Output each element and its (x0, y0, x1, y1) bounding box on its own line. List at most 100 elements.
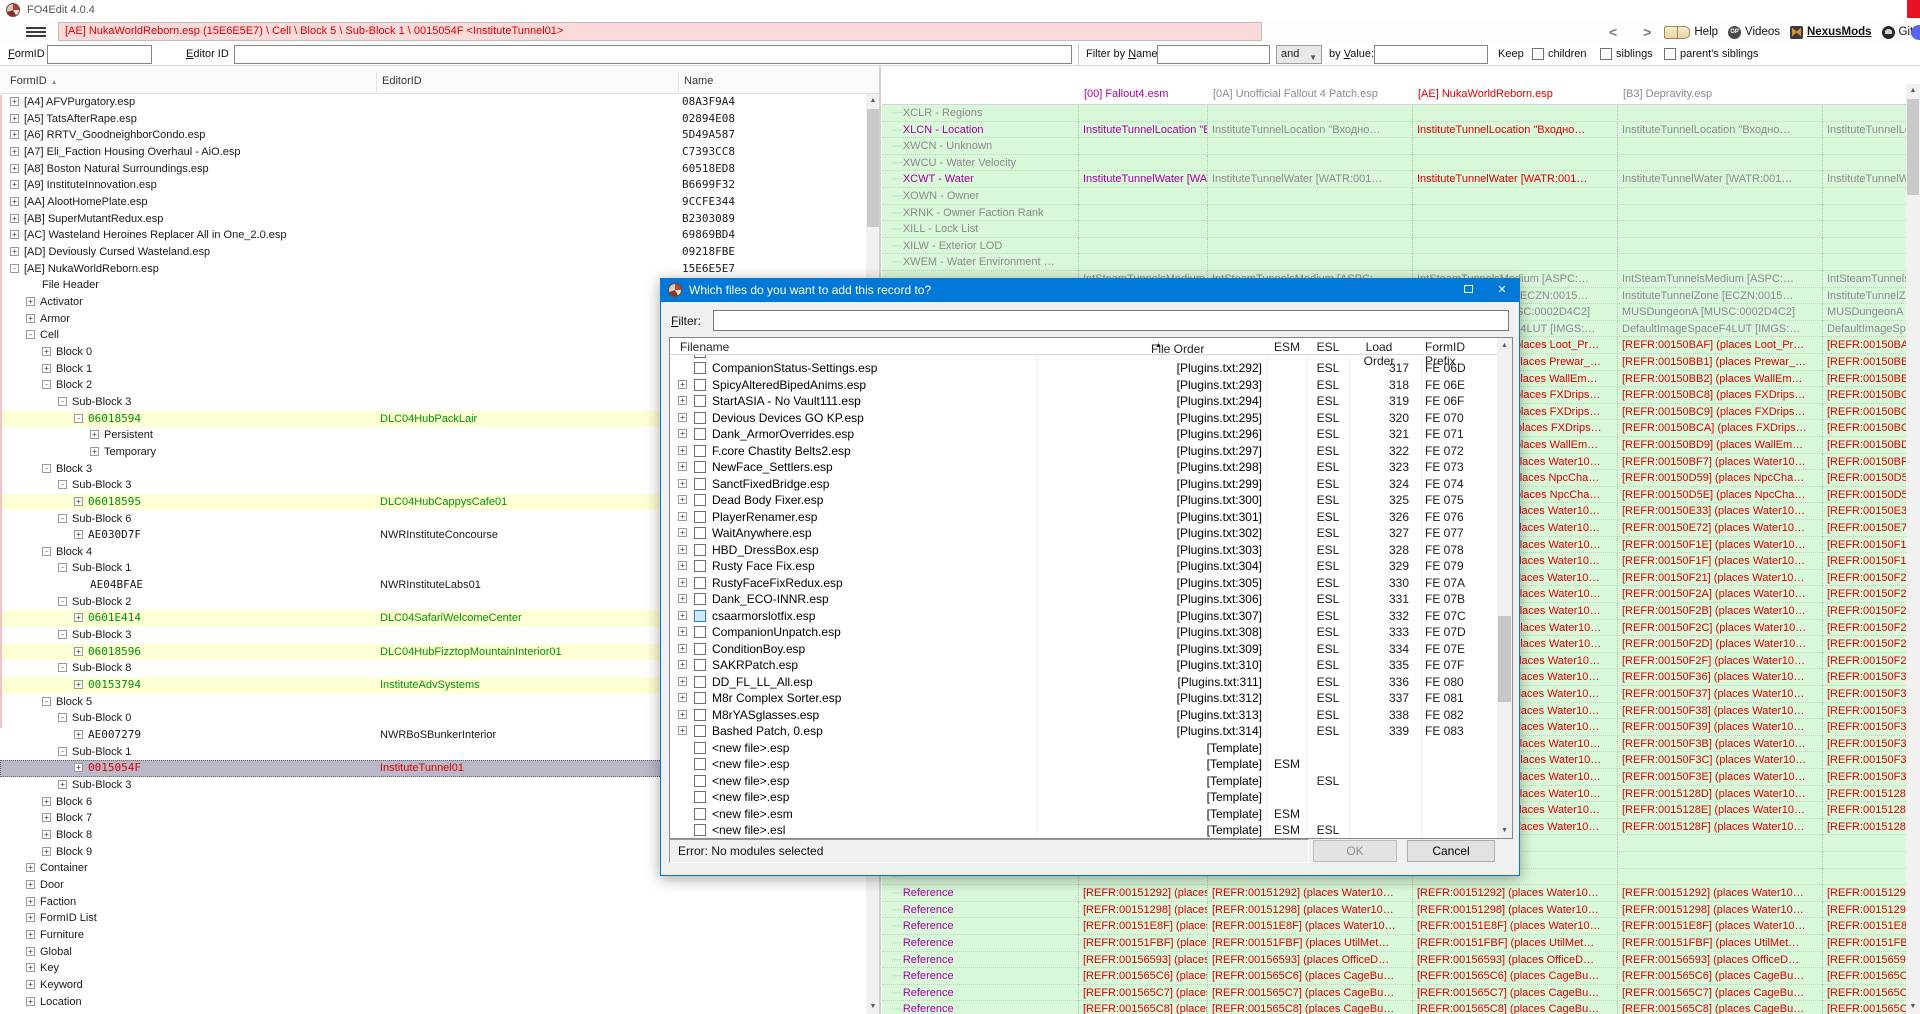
dialog-file-row[interactable]: +Dank_ArmorOverrides.esp[Plugins.txt:296… (670, 426, 1497, 443)
record-value-cell[interactable]: [REFR:001565C6] (places CageBu… (1078, 968, 1207, 985)
record-value-cell[interactable]: [REFR:00150F38] (places Water10… (1617, 703, 1822, 720)
tree-row[interactable]: +Global (0, 944, 866, 961)
file-checkbox[interactable] (694, 478, 706, 490)
record-value-cell[interactable]: [REFR:00150F2B] (places Water10… (1617, 603, 1822, 620)
record-value-cell[interactable] (1207, 238, 1412, 255)
file-checkbox[interactable] (694, 494, 706, 506)
record-value-cell[interactable] (1617, 835, 1822, 852)
videos-link[interactable]: GPVideos (1728, 26, 1780, 39)
record-value-cell[interactable]: [REFR:00150F3C] (places Water10… (1617, 752, 1822, 769)
record-value-cell[interactable]: [REFR:00150F21] (places Water10… (1617, 570, 1822, 587)
tree-row[interactable]: +[A6] RRTV_GoodneighborCondo.esp5D49A587 (0, 127, 866, 144)
record-value-cell[interactable] (1078, 188, 1207, 205)
record-value-cell[interactable]: [REFR:001565C6] (places CageBu… (1412, 968, 1617, 985)
record-value-cell[interactable]: [REFR:00150BAF] (places Loot_Pr… (1822, 337, 1906, 354)
record-value-cell[interactable]: [REFR:00150BC9] (places FXDrips… (1617, 404, 1822, 421)
record-value-cell[interactable]: [REFR:00150F39] (places Water10… (1617, 719, 1822, 736)
record-value-cell[interactable] (1822, 155, 1906, 172)
tree-col-formid[interactable]: FormID▲ (10, 75, 58, 87)
record-value-cell[interactable]: [REFR:00151FBF] (places UtilMet… (1822, 935, 1906, 952)
record-value-cell[interactable]: [REFR:00150E33] (places Water10… (1822, 503, 1906, 520)
record-value-cell[interactable]: [REFR:00150E72] (places Water10… (1822, 520, 1906, 537)
record-value-cell[interactable]: [REFR:00150BF7] (places Water10… (1617, 454, 1822, 471)
dialog-file-row[interactable]: +Devious Devices GO KP.esp[Plugins.txt:2… (670, 410, 1497, 427)
expand-icon[interactable]: + (678, 495, 687, 504)
record-value-cell[interactable]: [REFR:00150F1F] (places Water10… (1822, 553, 1906, 570)
discord-icon[interactable] (1911, 25, 1920, 40)
record-value-cell[interactable]: [REFR:0015128F] (places Water10… (1617, 819, 1822, 836)
expand-icon[interactable]: + (58, 780, 67, 789)
record-value-cell[interactable] (1078, 138, 1207, 155)
expand-icon[interactable]: + (678, 578, 687, 587)
expand-icon[interactable]: + (10, 114, 19, 123)
record-value-cell[interactable]: [REFR:001565C7] (places CageBu… (1207, 985, 1412, 1002)
record-value-cell[interactable]: [REFR:00150F36] (places Water10… (1617, 669, 1822, 686)
record-value-cell[interactable] (1412, 155, 1617, 172)
record-value-cell[interactable] (1207, 254, 1412, 271)
expand-icon[interactable]: + (74, 763, 83, 772)
record-value-cell[interactable] (1822, 221, 1906, 238)
record-value-cell[interactable]: InstituteTunnelWater [WATR:001… (1617, 171, 1822, 188)
record-value-cell[interactable]: [REFR:001565C7] (places CageBu… (1617, 985, 1822, 1002)
collapse-icon[interactable]: - (58, 597, 67, 606)
record-value-cell[interactable]: [REFR:00150E72] (places Water10… (1617, 520, 1822, 537)
breadcrumb[interactable]: [AE] NukaWorldReborn.esp (15E6E5E7) \ Ce… (58, 22, 1262, 41)
record-value-cell[interactable] (1078, 205, 1207, 222)
file-checkbox[interactable] (694, 610, 706, 622)
record-value-cell[interactable]: [REFR:00151292] (places Water10… (1412, 885, 1617, 902)
record-value-cell[interactable]: [REFR:00150F37] (places Water10… (1822, 686, 1906, 703)
file-checkbox[interactable] (694, 824, 706, 836)
file-checkbox[interactable] (694, 709, 706, 721)
file-checkbox[interactable] (694, 445, 706, 457)
record-value-cell[interactable] (1207, 221, 1412, 238)
expand-icon[interactable]: + (678, 396, 687, 405)
dialog-file-row[interactable]: +Rusty Face Fix.esp[Plugins.txt:304]ESL3… (670, 558, 1497, 575)
record-value-cell[interactable] (1822, 835, 1906, 852)
file-checkbox[interactable] (694, 544, 706, 556)
record-scrollbar[interactable]: ▲ ▼ (1906, 84, 1920, 1014)
dialog-file-row[interactable]: +SpicyAlteredBipedAnims.esp[Plugins.txt:… (670, 377, 1497, 394)
record-value-cell[interactable] (1822, 105, 1906, 122)
expand-icon[interactable]: + (42, 347, 51, 356)
tree-row[interactable]: +Faction (0, 894, 866, 911)
expand-icon[interactable]: + (10, 214, 19, 223)
formid-input[interactable] (47, 45, 152, 64)
record-value-cell[interactable] (1412, 138, 1617, 155)
dialog-file-row[interactable]: +DD_FL_LL_All.esp[Plugins.txt:311]ESL336… (670, 674, 1497, 691)
record-value-cell[interactable] (1617, 852, 1822, 869)
collapse-icon[interactable]: - (42, 380, 51, 389)
file-checkbox[interactable] (694, 791, 706, 803)
record-value-cell[interactable] (1617, 221, 1822, 238)
expand-icon[interactable]: + (678, 611, 687, 620)
record-value-cell[interactable] (1617, 205, 1822, 222)
expand-icon[interactable]: + (26, 880, 35, 889)
record-value-cell[interactable]: [REFR:00151E8F] (places Water10… (1207, 918, 1412, 935)
record-value-cell[interactable]: [REFR:00150F1E] (places Water10… (1822, 537, 1906, 554)
tree-row[interactable]: +Keyword (0, 977, 866, 994)
expand-icon[interactable]: + (74, 613, 83, 622)
record-value-cell[interactable]: [REFR:00150F38] (places Water10… (1822, 703, 1906, 720)
scroll-down-icon[interactable]: ▼ (866, 1000, 880, 1014)
record-value-cell[interactable]: [REFR:001565C8] (places CageBu… (1412, 1001, 1617, 1014)
collapse-icon[interactable]: - (42, 464, 51, 473)
file-checkbox[interactable] (694, 511, 706, 523)
record-value-cell[interactable]: [REFR:00151E8F] (places Water10… (1617, 918, 1822, 935)
file-checkbox[interactable] (694, 775, 706, 787)
record-value-cell[interactable]: [REFR:0015128D] (places Water10… (1617, 786, 1822, 803)
tree-row[interactable]: +[A4] AFVPurgatory.esp08A3F9A4 (0, 94, 866, 111)
nav-back-button[interactable]: < (1609, 24, 1617, 40)
filter-operator-select[interactable]: and▼ (1276, 45, 1322, 64)
record-value-cell[interactable] (1412, 205, 1617, 222)
record-value-cell[interactable]: [REFR:00150BB1] (places Prewar_… (1822, 354, 1906, 371)
dialog-file-row[interactable]: +F.core Chastity Belts2.esp[Plugins.txt:… (670, 443, 1497, 460)
record-value-cell[interactable] (1412, 188, 1617, 205)
dialog-file-row[interactable]: +Bashed Patch, 0.esp[Plugins.txt:314]ESL… (670, 723, 1497, 740)
file-checkbox[interactable] (694, 659, 706, 671)
record-value-cell[interactable]: [REFR:00150F2C] (places Water10… (1617, 620, 1822, 637)
record-value-cell[interactable]: [REFR:00150F2D] (places Water10… (1617, 636, 1822, 653)
record-value-cell[interactable] (1617, 238, 1822, 255)
dialog-titlebar[interactable]: Which files do you want to add this reco… (661, 279, 1519, 302)
scroll-down-icon[interactable]: ▼ (1906, 1000, 1920, 1014)
maximize-icon[interactable] (1451, 279, 1485, 302)
record-value-cell[interactable]: [REFR:00150F1F] (places Water10… (1617, 553, 1822, 570)
